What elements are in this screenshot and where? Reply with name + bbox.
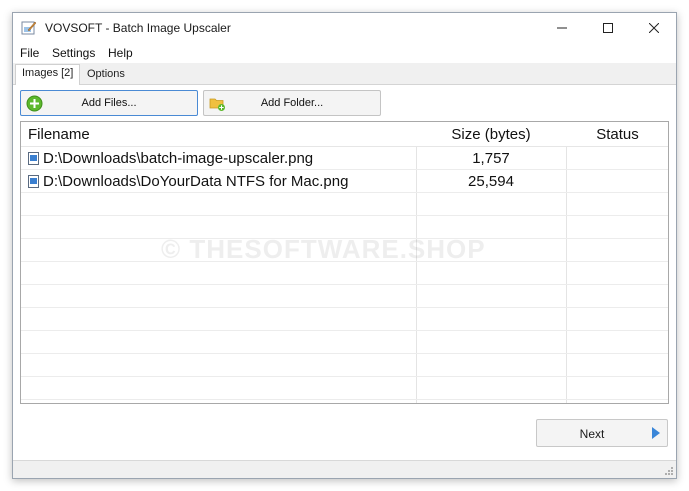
- images-panel: Add Files... Add Folder... Filename Size…: [13, 85, 676, 460]
- tab-options[interactable]: Options: [81, 66, 131, 85]
- tab-images[interactable]: Images [2]: [15, 64, 81, 85]
- row-divider: [21, 192, 668, 193]
- row-divider: [21, 284, 668, 285]
- row-divider: [21, 307, 668, 308]
- image-file-icon: [28, 175, 39, 188]
- column-header-size[interactable]: Size (bytes): [417, 122, 565, 147]
- minimize-button[interactable]: [539, 13, 585, 43]
- filename-cell: D:\Downloads\batch-image-upscaler.png: [43, 150, 314, 167]
- app-window: VOVSOFT - Batch Image Upscaler File Sett…: [12, 12, 677, 479]
- resize-grip-icon[interactable]: [664, 466, 674, 476]
- close-icon: [649, 23, 659, 33]
- tab-strip: Images [2] Options: [13, 63, 676, 85]
- image-file-icon: [28, 152, 39, 165]
- grid-header: Filename Size (bytes) Status: [21, 122, 668, 147]
- next-button[interactable]: Next: [536, 419, 668, 447]
- menu-help[interactable]: Help: [108, 46, 133, 60]
- add-files-button[interactable]: Add Files...: [20, 90, 198, 116]
- app-edit-icon: [21, 21, 37, 35]
- row-divider: [21, 353, 668, 354]
- row-divider: [21, 169, 668, 170]
- minimize-icon: [557, 27, 567, 29]
- maximize-icon: [603, 23, 613, 33]
- menu-file[interactable]: File: [20, 46, 39, 60]
- menu-settings[interactable]: Settings: [52, 46, 95, 60]
- table-row[interactable]: D:\Downloads\DoYourData NTFS for Mac.png…: [21, 170, 668, 193]
- row-divider: [21, 215, 668, 216]
- row-divider: [21, 399, 668, 400]
- next-label: Next: [579, 427, 605, 441]
- menu-bar: File Settings Help: [13, 43, 676, 63]
- arrow-right-icon: [652, 427, 660, 439]
- table-row[interactable]: D:\Downloads\batch-image-upscaler.png 1,…: [21, 147, 668, 170]
- status-bar: [13, 460, 676, 478]
- column-header-filename[interactable]: Filename: [28, 122, 90, 147]
- file-list-grid[interactable]: Filename Size (bytes) Status D:\Download…: [20, 121, 669, 404]
- column-header-status[interactable]: Status: [567, 122, 668, 147]
- size-cell: 25,594: [468, 173, 514, 190]
- add-folder-button[interactable]: Add Folder...: [203, 90, 381, 116]
- window-title: VOVSOFT - Batch Image Upscaler: [45, 21, 231, 35]
- add-files-label: Add Files...: [81, 97, 137, 109]
- filename-cell: D:\Downloads\DoYourData NTFS for Mac.png: [43, 173, 349, 190]
- row-divider: [21, 376, 668, 377]
- add-folder-label: Add Folder...: [260, 97, 324, 109]
- size-cell: 1,757: [472, 150, 510, 167]
- title-bar[interactable]: VOVSOFT - Batch Image Upscaler: [13, 13, 676, 43]
- watermark-text: © THESOFTWARE.SHOP: [161, 234, 486, 264]
- row-divider: [21, 330, 668, 331]
- close-button[interactable]: [631, 13, 677, 43]
- maximize-button[interactable]: [585, 13, 631, 43]
